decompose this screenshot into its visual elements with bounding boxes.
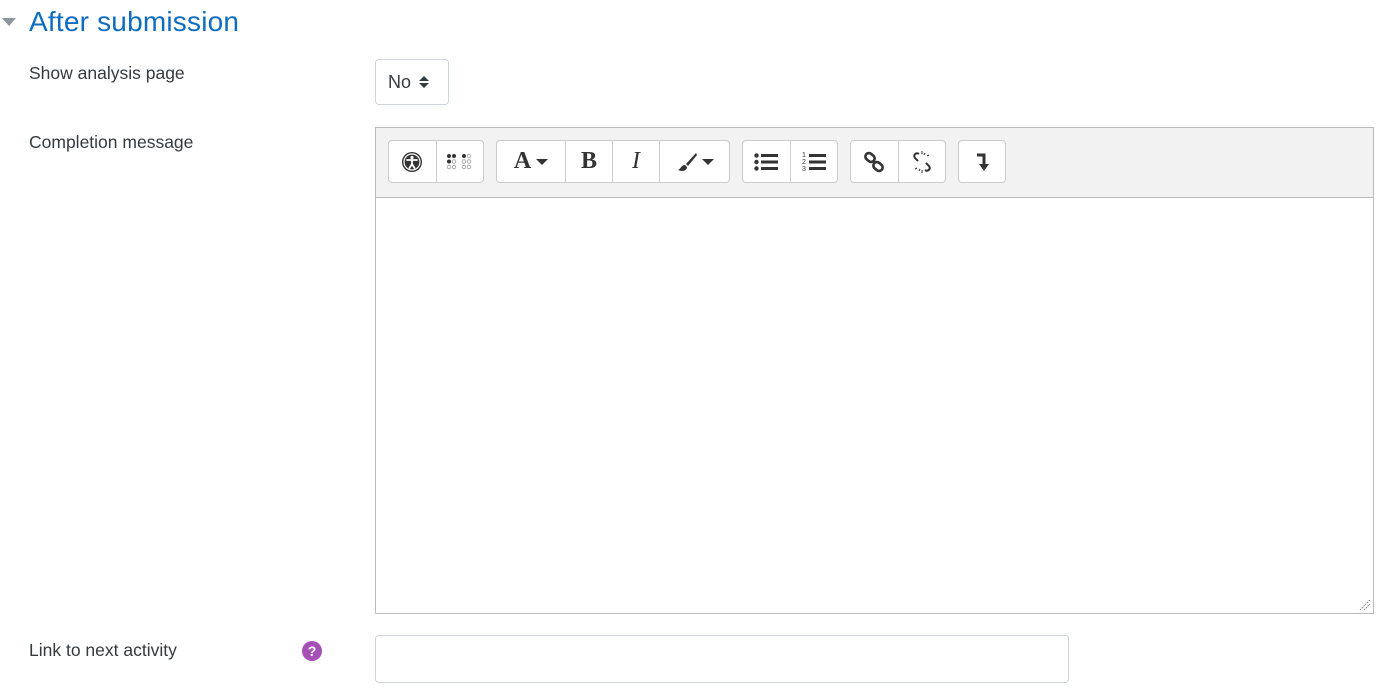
resize-handle-icon[interactable]: [1359, 599, 1371, 611]
font-color-button[interactable]: [660, 141, 729, 182]
chevron-down-icon: [536, 158, 549, 165]
braille-icon: [446, 153, 471, 169]
accessibility-icon: [402, 151, 423, 172]
italic-button[interactable]: I: [613, 141, 660, 182]
toolbar-group-other: [958, 140, 1006, 183]
bold-icon: B: [580, 148, 597, 174]
completion-message-editor: A B I 1 2 3: [375, 127, 1374, 614]
completion-message-textarea[interactable]: [376, 198, 1373, 613]
section-toggle-icon[interactable]: [2, 18, 16, 26]
ordered-list-button[interactable]: 123: [791, 141, 838, 182]
completion-message-label: Completion message: [29, 132, 194, 152]
svg-text:2: 2: [802, 159, 806, 166]
font-style-label: A: [513, 148, 532, 174]
toolbar-group-style: A B I: [496, 140, 730, 183]
toolbar-group-accessibility: [388, 140, 484, 183]
screenreader-helper-button[interactable]: [437, 141, 484, 182]
svg-text:3: 3: [802, 166, 806, 173]
next-activity-label: Link to next activity: [29, 640, 177, 660]
unlink-button[interactable]: [899, 141, 946, 182]
bullet-list-icon: [754, 152, 779, 171]
more-buttons-button[interactable]: [959, 141, 1005, 182]
paintbrush-icon: [677, 152, 697, 171]
toolbar-group-links: [850, 140, 946, 183]
show-analysis-select[interactable]: No: [375, 59, 449, 105]
next-activity-input[interactable]: [375, 635, 1069, 683]
unordered-list-button[interactable]: [743, 141, 791, 182]
accessibility-checker-button[interactable]: [389, 141, 437, 182]
select-arrows-icon: [419, 76, 430, 88]
show-analysis-value: No: [388, 71, 412, 92]
bold-button[interactable]: B: [566, 141, 613, 182]
toolbar-group-lists: 123: [742, 140, 838, 183]
link-button[interactable]: [851, 141, 899, 182]
link-icon: [864, 151, 885, 172]
numbered-list-icon: 123: [802, 152, 826, 173]
expand-toolbar-icon: [977, 153, 989, 171]
unlink-icon: [913, 150, 931, 173]
svg-text:1: 1: [802, 152, 806, 159]
section-title[interactable]: After submission: [29, 6, 239, 38]
show-analysis-label: Show analysis page: [29, 63, 185, 83]
help-icon[interactable]: ?: [302, 641, 322, 661]
chevron-down-icon: [701, 158, 714, 165]
editor-toolbar: A B I 1 2 3: [376, 128, 1373, 198]
font-style-button[interactable]: A: [497, 141, 566, 182]
italic-icon: I: [632, 148, 640, 174]
